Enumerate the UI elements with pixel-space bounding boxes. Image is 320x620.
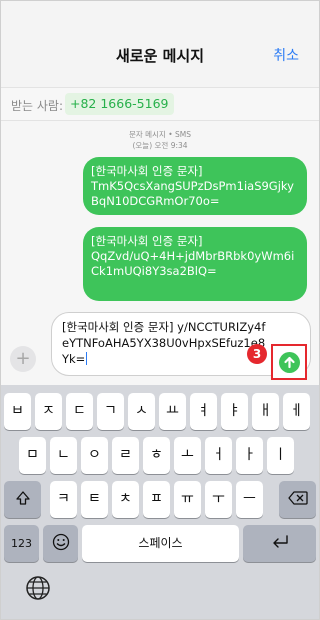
globe-icon[interactable]: [23, 573, 53, 603]
message-line: [한국마사회 인증 문자]: [91, 234, 203, 248]
arrow-up-icon: [284, 356, 295, 369]
backspace-key[interactable]: [279, 481, 316, 518]
space-key[interactable]: 스페이스: [82, 525, 239, 562]
korean-keyboard: ㅂ ㅈ ㄷ ㄱ ㅅ ㅛ ㅕ ㅑ ㅐ ㅔ ㅁ ㄴ ㅇ ㄹ ㅎ ㅗ ㅓ ㅏ ㅣ ㅋ …: [1, 385, 319, 619]
key[interactable]: ㅇ: [81, 437, 108, 474]
key[interactable]: ㅂ: [4, 393, 31, 430]
shift-icon: [15, 491, 30, 505]
key[interactable]: ㄷ: [66, 393, 93, 430]
key[interactable]: ㅌ: [81, 481, 108, 518]
messages-compose-screen: 새로운 메시지 취소 받는 사람: +82 1666-5169 문자 메시지 •…: [0, 0, 320, 620]
key[interactable]: ㅡ: [236, 481, 263, 518]
key[interactable]: ㅑ: [221, 393, 248, 430]
cancel-button[interactable]: 취소: [273, 45, 299, 65]
message-input-text: [한국마사회 인증 문자] y/NCCTURIZy4feYTNFoAHA5YX3…: [62, 320, 266, 366]
key[interactable]: ㅣ: [267, 437, 294, 474]
compose-header: 새로운 메시지 취소 받는 사람: +82 1666-5169: [1, 1, 319, 121]
message-type-label: 문자 메시지 • SMS: [128, 130, 192, 139]
key[interactable]: ㄹ: [112, 437, 139, 474]
sent-message-bubble[interactable]: [한국마사회 인증 문자] TmK5QcsXangSUPzDsPm1iaS9Gj…: [83, 157, 307, 215]
send-button[interactable]: [279, 352, 300, 373]
key[interactable]: ㅐ: [252, 393, 279, 430]
key[interactable]: ㅠ: [174, 481, 201, 518]
message-timestamp: (오늘) 오전 9:34: [132, 141, 188, 150]
key[interactable]: ㅊ: [112, 481, 139, 518]
text-cursor: [86, 352, 88, 365]
key[interactable]: ㅗ: [174, 437, 201, 474]
key[interactable]: ㅋ: [50, 481, 77, 518]
return-icon: [272, 535, 288, 548]
step-badge: 3: [247, 344, 267, 364]
sent-message-bubble[interactable]: [한국마사회 인증 문자] QqZvd/uQ+4H+jdMbrBRbk0yWm6…: [83, 227, 307, 301]
send-highlight: [271, 344, 307, 380]
key[interactable]: ㅛ: [159, 393, 186, 430]
key[interactable]: ㅔ: [283, 393, 310, 430]
recipient-chip[interactable]: +82 1666-5169: [65, 93, 174, 115]
key[interactable]: ㅁ: [19, 437, 46, 474]
plus-icon[interactable]: +: [10, 346, 36, 372]
key[interactable]: ㅈ: [35, 393, 62, 430]
recipient-label: 받는 사람:: [11, 99, 64, 113]
key[interactable]: ㅏ: [236, 437, 263, 474]
page-title: 새로운 메시지: [115, 47, 205, 65]
emoji-key[interactable]: [43, 525, 78, 562]
message-line: QqZvd/uQ+4H+jdMbrBRbk0yWm6iCk1mUQi8Y3sa2…: [91, 249, 295, 278]
backspace-icon: [287, 491, 308, 505]
key[interactable]: ㅎ: [143, 437, 170, 474]
message-line: [한국마사회 인증 문자]: [91, 164, 203, 178]
key[interactable]: ㅜ: [205, 481, 232, 518]
numbers-key[interactable]: 123: [4, 525, 39, 562]
key[interactable]: ㅍ: [143, 481, 170, 518]
shift-key[interactable]: [4, 481, 41, 518]
message-line: TmK5QcsXangSUPzDsPm1iaS9GjkyBqN10DCGRmOr…: [91, 179, 294, 208]
key[interactable]: ㄴ: [50, 437, 77, 474]
key[interactable]: ㅕ: [190, 393, 217, 430]
return-key[interactable]: [243, 525, 316, 562]
recipient-field[interactable]: 받는 사람: +82 1666-5169: [1, 87, 319, 121]
key[interactable]: ㅅ: [128, 393, 155, 430]
emoji-icon: [52, 533, 69, 551]
key[interactable]: ㄱ: [97, 393, 124, 430]
key[interactable]: ㅓ: [205, 437, 232, 474]
